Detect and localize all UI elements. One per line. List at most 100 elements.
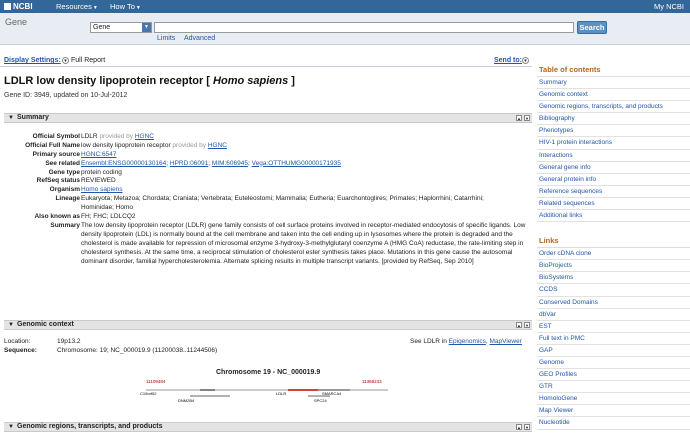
- collapse-triangle-icon: ▼: [8, 115, 14, 121]
- links-heading: Links: [537, 234, 690, 249]
- primary-source-link[interactable]: HGNC:6547: [81, 151, 116, 158]
- link-biosystems[interactable]: BioSystems: [537, 272, 690, 285]
- link-order-cdna[interactable]: Order cDNA clone: [537, 248, 690, 261]
- resources-menu[interactable]: Resources▼: [56, 2, 98, 11]
- chevron-down-icon: ▼: [142, 23, 151, 32]
- left-coord-label: 11109484: [146, 379, 166, 384]
- page-title: LDLR low density lipoprotein receptor [ …: [4, 75, 295, 87]
- collapse-triangle-icon: ▼: [8, 322, 14, 328]
- link-gap[interactable]: GAP: [537, 345, 690, 357]
- hgnc-link[interactable]: HGNC: [135, 133, 154, 140]
- right-sidebar: Table of contents Summary Genomic contex…: [537, 63, 690, 430]
- gene-label: SMARCA4: [322, 391, 342, 396]
- related-link-vega[interactable]: Vega:OTTHUMG00000171935: [252, 160, 341, 167]
- location-label: Location:: [4, 338, 31, 345]
- caret-down-icon: ▼: [135, 5, 141, 11]
- summary-text: The low density lipoprotein receptor (LD…: [81, 221, 526, 265]
- link-map-viewer[interactable]: Map Viewer: [537, 405, 690, 418]
- summary-row: See related Ensembl:ENSG00000130164; HPR…: [45, 159, 341, 167]
- summary-row: RefSeq status REVIEWED: [36, 177, 116, 185]
- move-up-icon[interactable]: ▲: [516, 322, 522, 328]
- related-link-mim[interactable]: MIM:606945: [212, 160, 248, 167]
- send-to-link[interactable]: Send to:: [494, 57, 522, 64]
- link-geo-profiles[interactable]: GEO Profiles: [537, 369, 690, 382]
- gene-label: SPC24: [314, 398, 327, 403]
- toc-item-hiv-interactions[interactable]: HIV-1 protein interactions: [537, 137, 690, 150]
- search-button[interactable]: Search: [577, 21, 607, 34]
- toc-item-reference-sequences[interactable]: Reference sequences: [537, 186, 690, 198]
- summary-row: Official Full Name low density lipoprote…: [25, 141, 227, 149]
- summary-row: Official Symbol LDLR provided by HGNC: [32, 133, 154, 140]
- summary-row: Summary The low density lipoprotein rece…: [50, 221, 526, 265]
- summary-section-header[interactable]: ▼ Summary ▲ ▼: [4, 113, 532, 123]
- mapviewer-link[interactable]: MapViewer: [490, 338, 522, 345]
- collapse-triangle-icon: ▼: [8, 424, 14, 430]
- summary-table: Official Symbol LDLR provided by HGNC Of…: [4, 133, 532, 284]
- related-link-hprd[interactable]: HPRD:06091: [170, 160, 208, 167]
- link-bioprojects[interactable]: BioProjects: [537, 260, 690, 273]
- database-label: Gene: [5, 17, 28, 27]
- toc-item-general-protein-info[interactable]: General protein info: [537, 174, 690, 186]
- sequence-value: Chromosome: 19; NC_000019.9 (11200038..1…: [57, 347, 218, 354]
- display-settings-bar: Display Settings: ▾ Full Report Send to:…: [0, 56, 532, 67]
- toc-heading: Table of contents: [537, 63, 690, 77]
- ncbi-logo[interactable]: NCBI: [4, 2, 33, 11]
- sequence-label: Sequence:: [4, 347, 37, 354]
- see-in-links: See LDLR in Epigenomics, MapViewer: [410, 338, 522, 345]
- summary-row: Hominidae; Homo: [81, 204, 134, 212]
- toc-item-additional-links[interactable]: Additional links: [537, 210, 690, 223]
- move-down-icon[interactable]: ▼: [524, 424, 530, 430]
- move-down-icon[interactable]: ▼: [524, 322, 530, 328]
- my-ncbi-link[interactable]: My NCBI: [654, 2, 684, 11]
- search-input[interactable]: [154, 22, 574, 33]
- link-homologene[interactable]: HomoloGene: [537, 393, 690, 406]
- chromosome-diagram[interactable]: 11109484 11368243 C19orf52 DNM2B4 LDLR S…: [140, 375, 400, 407]
- epigenomics-link[interactable]: Epigenomics: [449, 338, 486, 345]
- related-link-ensembl[interactable]: Ensembl:ENSG00000130164: [81, 160, 166, 167]
- right-coord-label: 11368243: [362, 379, 382, 384]
- howto-menu[interactable]: How To▼: [110, 2, 141, 11]
- ncbi-logo-icon: [4, 3, 11, 10]
- summary-row: Organism Homo sapiens: [49, 186, 123, 194]
- database-select[interactable]: Gene ▼: [90, 22, 152, 33]
- advanced-link[interactable]: Advanced: [184, 35, 215, 42]
- summary-row: Gene type protein coding: [48, 168, 122, 176]
- toc-item-genomic-context[interactable]: Genomic context: [537, 89, 690, 102]
- expand-icon[interactable]: ▾: [522, 57, 529, 64]
- toc-item-general-gene-info[interactable]: General gene info: [537, 162, 690, 174]
- display-settings-link[interactable]: Display Settings:: [4, 57, 61, 64]
- move-down-icon[interactable]: ▼: [524, 115, 530, 121]
- gene-label: LDLR: [276, 391, 286, 396]
- organism-link[interactable]: Homo sapiens: [81, 186, 123, 193]
- link-est[interactable]: EST: [537, 321, 690, 333]
- ncbi-top-bar: NCBI Resources▼ How To▼ My NCBI: [0, 0, 690, 13]
- location-value: 19p13.2: [57, 338, 81, 345]
- link-gtr[interactable]: GTR: [537, 381, 690, 394]
- genomic-context-section-header[interactable]: ▼ Genomic context ▲ ▼: [4, 320, 532, 330]
- gene-label: DNM2B4: [178, 398, 195, 403]
- link-conserved-domains[interactable]: Conserved Domains: [537, 297, 690, 309]
- expand-icon[interactable]: ▾: [62, 57, 69, 64]
- link-ccds[interactable]: CCDS: [537, 284, 690, 297]
- link-genome[interactable]: Genome: [537, 357, 690, 370]
- limits-link[interactable]: Limits: [157, 35, 175, 42]
- gene-label: C19orf52: [140, 391, 157, 396]
- move-up-icon[interactable]: ▲: [516, 115, 522, 121]
- toc-item-genomic-regions[interactable]: Genomic regions, transcripts, and produc…: [537, 101, 690, 114]
- link-full-text-pmc[interactable]: Full text in PMC: [537, 333, 690, 345]
- toc-item-phenotypes[interactable]: Phenotypes: [537, 125, 690, 138]
- caret-down-icon: ▼: [92, 5, 98, 11]
- toc-item-summary[interactable]: Summary: [537, 77, 690, 90]
- summary-row: Lineage Eukaryota; Metazoa; Chordata; Cr…: [55, 195, 484, 203]
- display-format: Full Report: [71, 57, 106, 64]
- link-dbvar[interactable]: dbVar: [537, 309, 690, 321]
- link-nucleotide[interactable]: Nucleotide: [537, 417, 690, 430]
- toc-item-interactions[interactable]: Interactions: [537, 150, 690, 162]
- summary-row: Also known as FH; FHC; LDLCQ2: [34, 213, 136, 221]
- toc-item-related-sequences[interactable]: Related sequences: [537, 198, 690, 211]
- move-up-icon[interactable]: ▲: [516, 424, 522, 430]
- genomic-regions-section-header[interactable]: ▼ Genomic regions, transcripts, and prod…: [4, 422, 532, 432]
- toc-item-bibliography[interactable]: Bibliography: [537, 113, 690, 126]
- hgnc-link[interactable]: HGNC: [208, 142, 227, 149]
